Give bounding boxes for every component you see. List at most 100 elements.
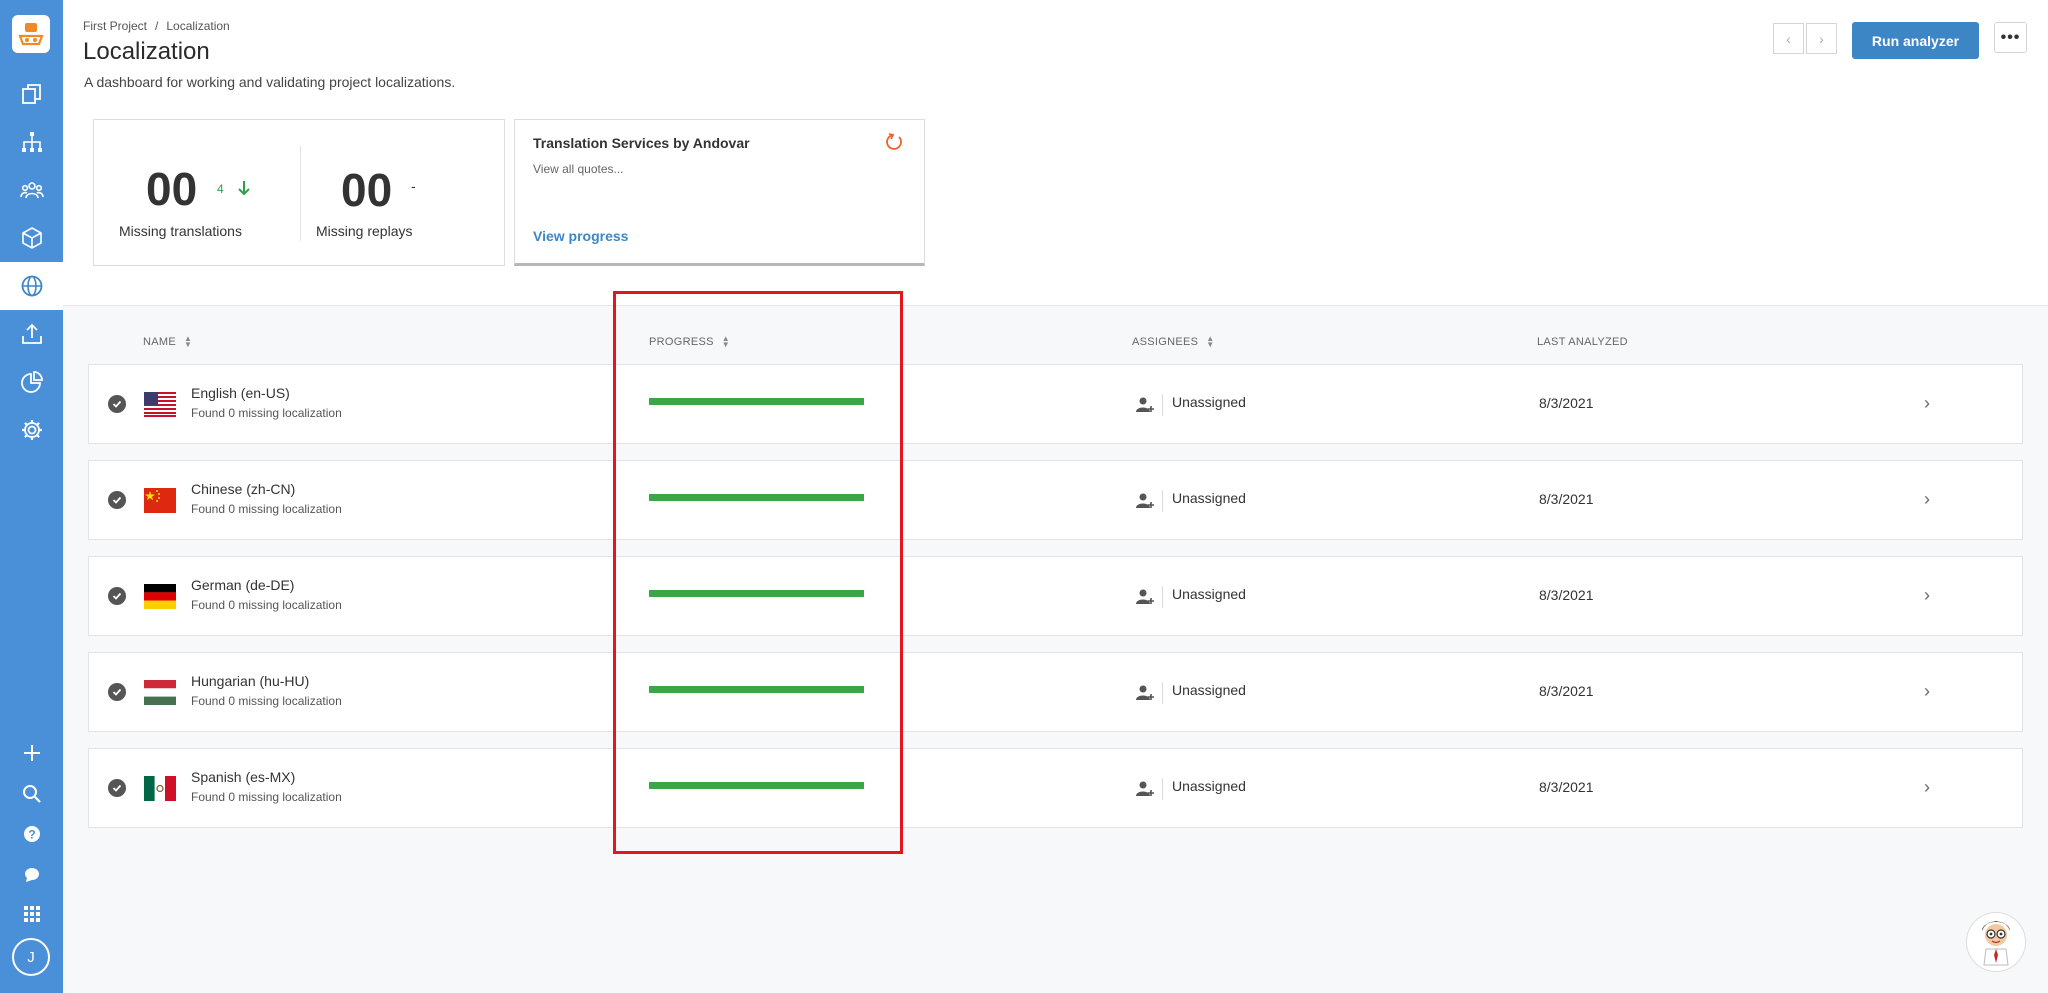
language-status: Found 0 missing localization [191, 502, 342, 516]
add-user-icon[interactable] [1135, 491, 1155, 511]
table-row[interactable]: German (de-DE) Found 0 missing localizat… [88, 556, 2023, 636]
svg-text:?: ? [28, 828, 35, 842]
missing-translations-value: 00 [146, 163, 198, 215]
column-header-progress[interactable]: PROGRESS ▲ ▼ [649, 334, 730, 350]
chat-icon [24, 868, 39, 882]
upload-icon [21, 323, 42, 344]
arrow-down-icon [238, 181, 250, 196]
flag-icon [144, 488, 176, 513]
mascot-icon [1982, 921, 2010, 966]
app-logo[interactable] [12, 15, 50, 53]
progress-bar [649, 398, 864, 405]
add-user-icon[interactable] [1135, 587, 1155, 607]
missing-stats-card: 00 4 Missing translations 00 - Missing r… [93, 119, 505, 266]
last-analyzed-date: 8/3/2021 [1539, 587, 1594, 603]
assignee-divider [1162, 682, 1163, 704]
flag-icon [144, 680, 176, 705]
add-user-icon[interactable] [1135, 395, 1155, 415]
assignee-name[interactable]: Unassigned [1172, 682, 1246, 698]
plus-icon [23, 745, 40, 761]
assignee-divider [1162, 586, 1163, 608]
progress-bar-fill [649, 494, 864, 501]
column-name-label: NAME [143, 336, 176, 348]
logo-icon [18, 23, 44, 46]
add-user-icon[interactable] [1135, 779, 1155, 799]
missing-replays-value: 00 [341, 164, 393, 216]
last-analyzed-date: 8/3/2021 [1539, 491, 1594, 507]
page-title: Localization [83, 38, 210, 65]
sidebar-item-apps[interactable] [0, 890, 63, 938]
column-header-name[interactable]: NAME ▲ ▼ [143, 335, 192, 349]
chevron-right-icon[interactable]: › [1924, 681, 1930, 702]
refresh-icon[interactable] [884, 132, 904, 152]
progress-bar [649, 686, 864, 693]
check-circle-icon [108, 779, 126, 797]
table-row[interactable]: English (en-US) Found 0 missing localiza… [88, 364, 2023, 444]
sidebar-item-packages[interactable] [0, 214, 63, 262]
add-user-icon[interactable] [1135, 683, 1155, 703]
language-status: Found 0 missing localization [191, 790, 342, 804]
language-status: Found 0 missing localization [191, 598, 342, 612]
view-progress-link[interactable]: View progress [533, 228, 628, 244]
table-row[interactable]: Spanish (es-MX) Found 0 missing localiza… [88, 748, 2023, 828]
page-description: A dashboard for working and validating p… [84, 74, 456, 90]
sidebar-item-pages[interactable] [0, 70, 63, 118]
translation-service-card: Translation Services by Andovar View all… [514, 119, 925, 266]
sidebar-item-analytics[interactable] [0, 358, 63, 406]
flag-icon [144, 392, 176, 417]
check-circle-icon [108, 587, 126, 605]
assignee-name[interactable]: Unassigned [1172, 394, 1246, 410]
chevron-right-icon[interactable]: › [1924, 585, 1930, 606]
sidebar-item-hierarchy[interactable] [0, 118, 63, 166]
language-name[interactable]: Hungarian (hu-HU) [191, 673, 309, 689]
gear-icon [21, 420, 42, 440]
chevron-right-icon[interactable]: › [1924, 777, 1930, 798]
assistant-mascot[interactable] [1966, 912, 2026, 972]
last-analyzed-date: 8/3/2021 [1539, 683, 1594, 699]
run-analyzer-button[interactable]: Run analyzer [1852, 22, 1979, 59]
table-row[interactable]: Hungarian (hu-HU) Found 0 missing locali… [88, 652, 2023, 732]
language-name[interactable]: Spanish (es-MX) [191, 769, 295, 785]
column-assignees-label: ASSIGNEES [1132, 336, 1199, 348]
sidebar-item-settings[interactable] [0, 406, 63, 454]
user-avatar[interactable]: J [12, 938, 50, 976]
progress-bar [649, 590, 864, 597]
language-name[interactable]: German (de-DE) [191, 577, 294, 593]
assignee-divider [1162, 394, 1163, 416]
progress-bar [649, 494, 864, 501]
chevron-left-icon: ‹ [1786, 30, 1791, 47]
last-analyzed-date: 8/3/2021 [1539, 779, 1594, 795]
localization-table: NAME ▲ ▼ PROGRESS ▲ ▼ ASSIGNEES ▲ ▼ LAST ANALY… [63, 305, 2048, 993]
stat-divider [300, 146, 301, 241]
table-row[interactable]: Chinese (zh-CN) Found 0 missing localiza… [88, 460, 2023, 540]
assignee-name[interactable]: Unassigned [1172, 586, 1246, 602]
language-name[interactable]: English (en-US) [191, 385, 290, 401]
more-horizontal-icon: ••• [2000, 28, 2021, 46]
sidebar-item-localization[interactable] [0, 262, 63, 310]
assignee-divider [1162, 778, 1163, 800]
breadcrumb-current: Localization [166, 19, 230, 33]
prev-button[interactable]: ‹ [1773, 23, 1804, 54]
service-quotes-link[interactable]: View all quotes... [533, 162, 624, 176]
breadcrumb-project[interactable]: First Project [83, 19, 147, 33]
sidebar-item-team[interactable] [0, 166, 63, 214]
chevron-right-icon[interactable]: › [1924, 393, 1930, 414]
language-name[interactable]: Chinese (zh-CN) [191, 481, 295, 497]
column-header-assignees[interactable]: ASSIGNEES ▲ ▼ [1132, 334, 1215, 350]
help-icon: ? [23, 826, 40, 842]
language-status: Found 0 missing localization [191, 406, 342, 420]
sort-icon: ▲ ▼ [1206, 334, 1215, 350]
service-title: Translation Services by Andovar [533, 135, 750, 151]
chevron-right-icon[interactable]: › [1924, 489, 1930, 510]
check-circle-icon [108, 683, 126, 701]
assignee-name[interactable]: Unassigned [1172, 778, 1246, 794]
last-analyzed-date: 8/3/2021 [1539, 395, 1594, 411]
sidebar: ? J [0, 0, 63, 993]
next-button[interactable]: › [1806, 23, 1837, 54]
sidebar-item-publish[interactable] [0, 310, 63, 358]
package-icon [21, 227, 42, 249]
sort-icon: ▲ ▼ [721, 334, 730, 350]
more-options-button[interactable]: ••• [1994, 22, 2027, 53]
assignee-name[interactable]: Unassigned [1172, 490, 1246, 506]
language-status: Found 0 missing localization [191, 694, 342, 708]
